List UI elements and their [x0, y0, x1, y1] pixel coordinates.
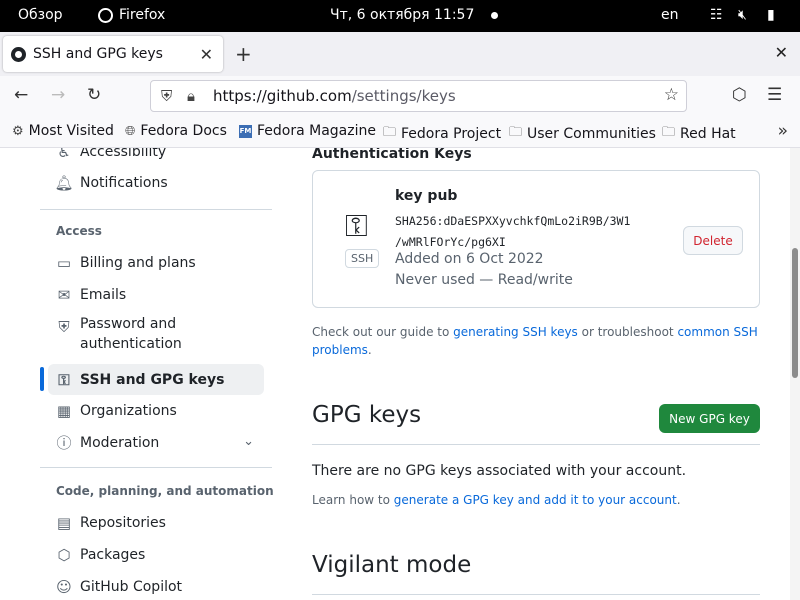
lock-icon[interactable]: 🔒︎ [187, 87, 195, 105]
generating-ssh-keys-link[interactable]: generating SSH keys [453, 325, 578, 339]
github-icon [11, 46, 26, 62]
sidebar-item-repositories[interactable]: ▤ Repositories [48, 507, 264, 538]
system-top-bar: Обзор Firefox Чт, 6 октября 11:57 en ☷ 🔇… [0, 0, 800, 32]
section-divider [312, 594, 760, 595]
tab-strip: SSH and GPG keys ✕ + ✕ [0, 32, 800, 76]
navigation-toolbar: ← → ↻ ⛨ 🔒︎ https://github.com/settings/k… [0, 76, 800, 117]
section-divider [312, 444, 760, 445]
fedora-magazine-icon: FM [239, 124, 252, 138]
auth-keys-heading: Authentication Keys [312, 148, 472, 162]
back-icon[interactable]: ← [14, 85, 28, 105]
battery-icon[interactable]: ▮ [767, 7, 775, 23]
bookmark-star-icon[interactable]: ☆ [664, 85, 679, 105]
sidebar-item-billing[interactable]: ▭ Billing and plans [48, 247, 264, 278]
shield-lock-icon: ⛨ [58, 318, 70, 336]
sidebar-item-emails[interactable]: ✉ Emails [48, 279, 264, 310]
notification-dot [491, 12, 498, 19]
gear-icon: ⚙ [12, 123, 24, 139]
bookmark-red-hat[interactable]: 🗀 Red Hat [662, 123, 736, 145]
menu-icon[interactable]: ☰ [767, 85, 782, 105]
sidebar-item-notifications[interactable]: 🔔︎ Notifications [48, 167, 264, 198]
ssh-key-card: ⚿ SSH key pub SHA256:dDaESPXXyvchkfQmLo2… [312, 170, 760, 308]
folder-icon: 🗀 [383, 125, 397, 140]
new-tab-button[interactable]: + [235, 42, 252, 66]
generate-gpg-key-link[interactable]: generate a GPG key and add it to your ac… [394, 493, 677, 507]
sidebar-item-password[interactable]: ⛨ Password and authentication [48, 314, 264, 358]
sidebar-item-ssh-gpg-keys[interactable]: ⚿ SSH and GPG keys [48, 364, 264, 395]
sidebar-item-organizations[interactable]: ▦ Organizations [48, 395, 264, 426]
url-bar[interactable]: ⛨ 🔒︎ https://github.com/settings/keys ☆ [150, 80, 687, 112]
scrollbar-thumb[interactable] [792, 248, 798, 378]
ssh-badge: SSH [345, 249, 380, 268]
close-tab-icon[interactable]: ✕ [200, 45, 213, 64]
sidebar-item-moderation[interactable]: ⓘ Moderation ⌄ [48, 427, 264, 458]
reload-icon[interactable]: ↻ [87, 85, 101, 105]
network-icon[interactable]: ☷ [710, 7, 723, 23]
package-icon: ⬡ [57, 545, 71, 564]
sidebar-item-accessibility[interactable]: ♿︎ Accessibility [48, 148, 264, 167]
app-name: Firefox [119, 7, 166, 23]
volume-muted-icon[interactable]: 🔇︎ [738, 7, 747, 23]
organization-icon: ▦ [56, 401, 72, 420]
bookmark-fedora-project[interactable]: 🗀 Fedora Project [383, 123, 501, 145]
page-content: ♿︎ Accessibility 🔔︎ Notifications Access… [0, 148, 790, 600]
key-icon: ⚿ [345, 209, 368, 244]
copilot-icon: ☺ [56, 577, 72, 596]
key-added-date: Added on 6 Oct 2022 [395, 251, 544, 267]
sidebar-item-packages[interactable]: ⬡ Packages [48, 539, 264, 570]
delete-key-button[interactable]: Delete [683, 226, 743, 255]
credit-card-icon: ▭ [56, 253, 72, 272]
window-close-icon[interactable]: ✕ [775, 43, 788, 62]
sidebar-divider [40, 467, 272, 468]
chevron-down-icon[interactable]: ⌄ [243, 434, 254, 449]
browser-tab[interactable]: SSH and GPG keys ✕ [3, 36, 223, 72]
mail-icon: ✉ [57, 285, 71, 304]
accessibility-icon: ♿︎ [57, 148, 71, 161]
folder-icon: 🗀 [662, 125, 676, 140]
pocket-icon[interactable]: ⬡ [732, 85, 747, 105]
key-fingerprint: SHA256:dDaESPXXyvchkfQmLo2iR9B/3W1 /wMRl… [395, 214, 631, 249]
forward-icon[interactable]: → [51, 85, 65, 105]
chevron-right-icon[interactable]: » [778, 121, 788, 141]
repo-icon: ▤ [56, 513, 72, 532]
firefox-icon [98, 7, 113, 23]
gpg-keys-heading: GPG keys [312, 402, 422, 428]
gpg-learn-text: Learn how to generate a GPG key and add … [312, 493, 681, 507]
key-usage: Never used — Read/write [395, 272, 573, 288]
clock[interactable]: Чт, 6 октября 11:57 [330, 7, 474, 23]
page-scrollbar[interactable] [790, 148, 800, 600]
folder-icon: 🗀 [509, 125, 523, 140]
no-gpg-keys-message: There are no GPG keys associated with yo… [312, 463, 687, 479]
ssh-guide-text: Check out our guide to generating SSH ke… [312, 325, 758, 357]
sidebar-divider [40, 209, 272, 210]
sidebar-heading-access: Access [56, 224, 102, 238]
activities-button[interactable]: Обзор [18, 7, 63, 23]
app-menu[interactable]: Firefox [98, 7, 165, 23]
bookmarks-toolbar: ⚙ Most Visited 🌐︎ Fedora Docs FM Fedora Mag… [0, 117, 800, 148]
active-indicator [40, 367, 44, 391]
bookmark-most-visited[interactable]: ⚙ Most Visited [12, 123, 114, 139]
globe-icon: 🌐︎ [125, 123, 136, 139]
tab-title: SSH and GPG keys [33, 46, 163, 62]
vigilant-mode-heading: Vigilant mode [312, 552, 472, 578]
url-text[interactable]: https://github.com/settings/keys [213, 87, 456, 105]
key-icon: ⚿ [58, 370, 70, 389]
bell-icon: 🔔︎ [54, 173, 74, 192]
report-icon: ⓘ [56, 434, 72, 452]
bookmark-user-communities[interactable]: 🗀 User Communities [509, 123, 656, 145]
sidebar-item-copilot[interactable]: ☺ GitHub Copilot [48, 571, 264, 600]
bookmark-fedora-docs[interactable]: 🌐︎ Fedora Docs [125, 123, 227, 139]
input-language[interactable]: en [661, 7, 679, 23]
new-gpg-key-button[interactable]: New GPG key [659, 404, 760, 433]
tracking-shield-icon[interactable]: ⛨ [161, 87, 172, 105]
sidebar-heading-code: Code, planning, and automation [56, 484, 274, 498]
key-title: key pub [395, 188, 458, 204]
bookmark-fedora-magazine[interactable]: FM Fedora Magazine [239, 123, 376, 139]
